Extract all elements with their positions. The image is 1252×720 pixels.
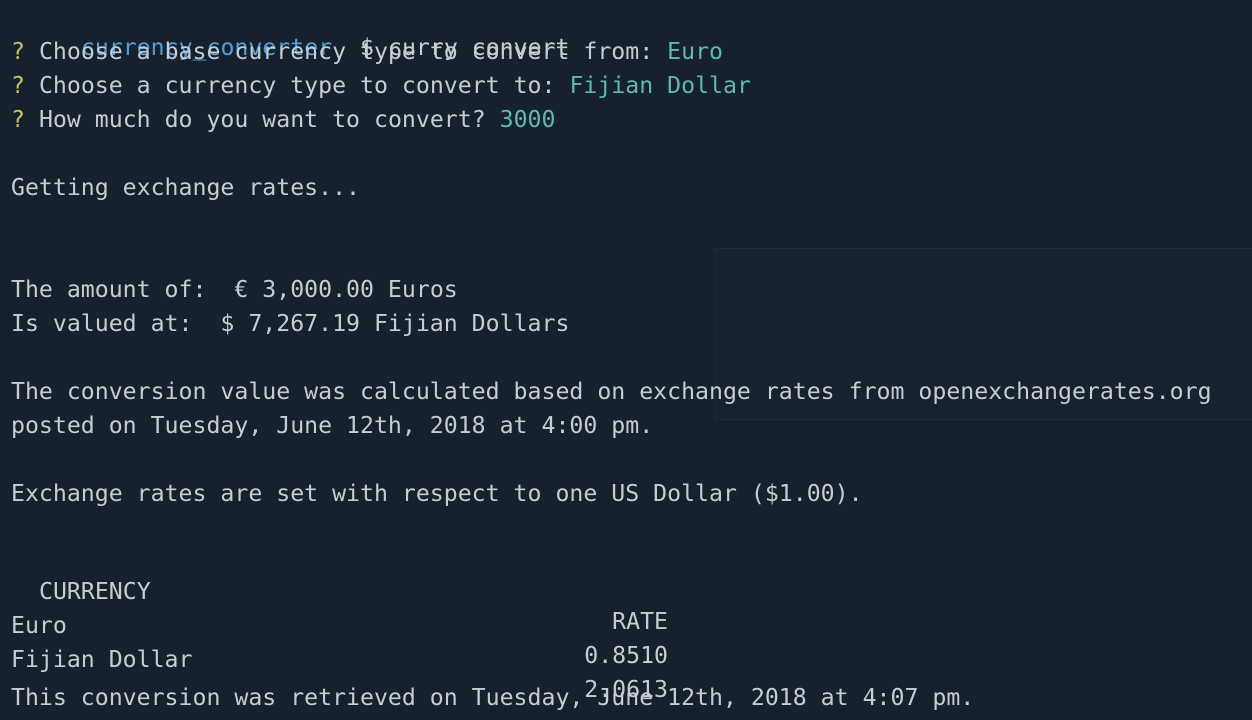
- amount-line: The amount of: € 3,000.00 Euros: [11, 275, 458, 305]
- question-text: Choose a currency type to convert to:: [38, 72, 556, 99]
- row-rate: 0.8510: [584, 642, 668, 669]
- retrieved-timestamp: This conversion was retrieved on Tuesday…: [11, 684, 975, 711]
- prompt-line: currency_converter $ curry convert: [25, 3, 570, 61]
- question-text: Choose a base currency type to convert f…: [38, 38, 654, 65]
- question-line-base: ? Choose a base currency type to convert…: [11, 37, 723, 67]
- rates-table-header: CURRENCY RATE: [11, 547, 668, 635]
- amount-label: The amount of:: [11, 276, 207, 303]
- question-line-amount: ? How much do you want to convert? 3000: [11, 105, 555, 135]
- rate-basis-text: Exchange rates are set with respect to o…: [11, 480, 863, 507]
- question-mark: ?: [11, 106, 25, 133]
- question-answer: 3000: [499, 106, 556, 133]
- source-note-line-2: posted on Tuesday, June 12th, 2018 at 4:…: [11, 412, 654, 439]
- question-mark: ?: [11, 72, 25, 99]
- terminal-window[interactable]: currency_converter $ curry convert ? Cho…: [0, 0, 1252, 720]
- table-row: Fijian Dollar 2.0613: [11, 615, 668, 703]
- valued-label: Is valued at:: [11, 310, 193, 337]
- question-line-target: ? Choose a currency type to convert to: …: [11, 71, 751, 101]
- question-answer: Euro: [667, 38, 723, 65]
- question-mark: ?: [11, 38, 25, 65]
- source-note-line-1: The conversion value was calculated base…: [11, 378, 1212, 405]
- status-text: Getting exchange rates...: [11, 174, 361, 201]
- valued-line: Is valued at: $ 7,267.19 Fijian Dollars: [11, 309, 569, 339]
- question-answer: Fijian Dollar: [569, 72, 751, 99]
- question-text: How much do you want to convert?: [38, 106, 486, 133]
- amount-value: € 3,000.00 Euros: [234, 276, 458, 303]
- table-row: Euro 0.8510: [11, 581, 668, 669]
- row-currency: Fijian Dollar: [11, 646, 193, 673]
- valued-value: $ 7,267.19 Fijian Dollars: [220, 310, 570, 337]
